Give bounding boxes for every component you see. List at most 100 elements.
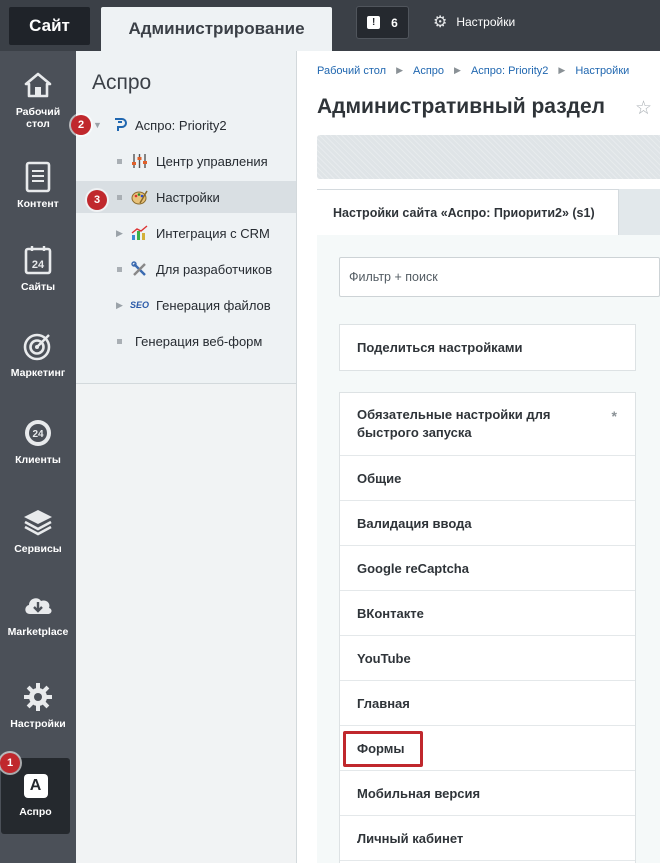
nav-marketing[interactable]: Маркетинг bbox=[0, 330, 76, 379]
nav-label: Контент bbox=[17, 198, 59, 210]
tree-item-label: Настройки bbox=[156, 189, 220, 205]
layers-icon bbox=[22, 506, 54, 538]
aspro-panel: Аспро ▼ Аспро: Priority2 Центр управлени… bbox=[76, 51, 297, 863]
nav-desktop[interactable]: Рабочий стол bbox=[0, 69, 76, 130]
seo-icon: SEO bbox=[130, 300, 150, 310]
tree-item-file-generation[interactable]: ▶ SEO Генерация файлов bbox=[76, 289, 296, 321]
palette-icon bbox=[131, 189, 148, 206]
filter-search-input[interactable]: Фильтр + поиск bbox=[339, 257, 660, 297]
chart-icon bbox=[131, 225, 148, 242]
settings-label: Настройки bbox=[456, 15, 516, 29]
tools-icon bbox=[131, 260, 148, 278]
section-recaptcha[interactable]: Google reCaptcha bbox=[340, 546, 635, 591]
nav-clients[interactable]: 24 Клиенты bbox=[0, 417, 76, 466]
nav-label: Рабочий bbox=[15, 106, 61, 118]
section-validation[interactable]: Валидация ввода bbox=[340, 501, 635, 546]
step-marker-1: 1 bbox=[0, 753, 20, 773]
collapse-arrow-icon[interactable]: ▼ bbox=[93, 120, 102, 130]
expand-arrow-icon[interactable]: ▶ bbox=[116, 228, 123, 239]
tree-item-control-center[interactable]: Центр управления bbox=[76, 145, 296, 177]
breadcrumb-item[interactable]: Аспро bbox=[413, 65, 444, 77]
section-general[interactable]: Общие bbox=[340, 456, 635, 501]
breadcrumb-item[interactable]: Аспро: Priority2 bbox=[471, 65, 548, 77]
nav-label: Маркетинг bbox=[10, 367, 66, 379]
favorite-star-icon[interactable]: ☆ bbox=[635, 97, 652, 120]
sliders-icon bbox=[131, 153, 148, 170]
bullet bbox=[117, 194, 122, 200]
step-marker-2: 2 bbox=[71, 115, 91, 135]
tree-item-label: Генерация файлов bbox=[156, 297, 271, 313]
nav-marketplace[interactable]: Marketplace bbox=[0, 589, 76, 638]
nav-label: Клиенты bbox=[15, 454, 61, 466]
forms-highlight bbox=[343, 731, 423, 767]
share-card: Поделиться настройками bbox=[339, 324, 636, 371]
cloud-download-icon bbox=[22, 589, 54, 621]
target-icon bbox=[22, 330, 54, 362]
panel-tree: Аспро ▼ Аспро: Priority2 Центр управлени… bbox=[76, 51, 296, 384]
tree-item-label: Центр управления bbox=[156, 153, 268, 169]
aspro-icon: A bbox=[23, 774, 48, 798]
step-marker-3: 3 bbox=[87, 190, 107, 210]
sections-list: Обязательные настройки для быстрого запу… bbox=[339, 392, 636, 863]
bullet bbox=[117, 266, 122, 272]
expand-arrow-icon[interactable]: ▶ bbox=[116, 300, 123, 311]
clients-24-icon: 24 bbox=[22, 417, 54, 449]
breadcrumb: Рабочий стол ▶ Аспро ▶ Аспро: Priority2 … bbox=[317, 65, 629, 77]
priority-logo-icon bbox=[111, 117, 128, 134]
left-navigation: Рабочий стол Контент 24 Сайты Маркетинг … bbox=[0, 51, 76, 863]
share-settings-button[interactable]: Поделиться настройками bbox=[340, 325, 635, 370]
site-tab[interactable]: Сайт bbox=[9, 7, 90, 45]
nav-services[interactable]: Сервисы bbox=[0, 506, 76, 555]
tree-item-label: Для разработчиков bbox=[156, 261, 273, 277]
nav-label: Настройки bbox=[10, 718, 66, 730]
tree-item-crm[interactable]: ▶ Интеграция с CRM bbox=[76, 217, 296, 249]
settings-link[interactable]: ⚙ Настройки bbox=[433, 13, 515, 31]
gear-icon: ⚙ bbox=[433, 14, 448, 31]
top-bar: Сайт Администрирование ! 6 ⚙ Настройки bbox=[0, 0, 660, 51]
document-icon bbox=[22, 161, 54, 193]
breadcrumb-item[interactable]: Рабочий стол bbox=[317, 65, 386, 77]
notifications-count: 6 bbox=[391, 15, 398, 30]
nav-settings[interactable]: Настройки bbox=[0, 681, 76, 730]
tree-item-settings[interactable]: Настройки bbox=[76, 181, 296, 213]
breadcrumb-separator-icon: ▶ bbox=[558, 65, 566, 75]
nav-label: Сайты bbox=[20, 281, 56, 293]
section-required[interactable]: Обязательные настройки для быстрого запу… bbox=[340, 393, 635, 456]
section-vkontakte[interactable]: ВКонтакте bbox=[340, 591, 635, 636]
section-personal-account[interactable]: Личный кабинет bbox=[340, 816, 635, 861]
tree-item-webforms[interactable]: Генерация веб-форм bbox=[76, 325, 296, 357]
bullet bbox=[117, 338, 122, 344]
settings-content: Фильтр + поиск Поделиться настройками Об… bbox=[317, 235, 660, 863]
breadcrumb-item[interactable]: Настройки bbox=[575, 65, 629, 77]
tab-site-settings[interactable]: Настройки сайта «Аспро: Приорити2» (s1) bbox=[317, 189, 619, 235]
section-mobile[interactable]: Мобильная версия bbox=[340, 771, 635, 816]
tree-item-developers[interactable]: Для разработчиков bbox=[76, 253, 296, 285]
bullet bbox=[117, 158, 122, 164]
svg-text:24: 24 bbox=[32, 259, 45, 271]
tree-item-label: Генерация веб-форм bbox=[135, 333, 263, 349]
nav-label: Сервисы bbox=[14, 543, 62, 555]
gear-icon bbox=[22, 681, 54, 713]
tree-item-label: Аспро: Priority2 bbox=[135, 117, 227, 133]
breadcrumb-separator-icon: ▶ bbox=[396, 65, 403, 75]
required-mark: * bbox=[611, 408, 617, 424]
nav-label: Marketplace bbox=[7, 626, 69, 638]
nav-label: Аспро bbox=[19, 806, 52, 818]
toolbar-strip bbox=[317, 135, 660, 179]
notification-icon: ! bbox=[367, 16, 381, 29]
admin-tab[interactable]: Администрирование bbox=[101, 7, 332, 51]
nav-content[interactable]: Контент bbox=[0, 161, 76, 210]
home-icon bbox=[22, 69, 54, 101]
tree-item-priority2[interactable]: ▼ Аспро: Priority2 bbox=[76, 109, 296, 141]
panel-title: Аспро bbox=[92, 71, 152, 94]
notifications-button[interactable]: ! 6 bbox=[356, 6, 409, 39]
tree-item-label: Интеграция с CRM bbox=[156, 225, 270, 241]
section-label: Обязательные настройки для быстрого запу… bbox=[357, 407, 551, 440]
breadcrumb-separator-icon: ▶ bbox=[454, 65, 461, 75]
section-main-page[interactable]: Главная bbox=[340, 681, 635, 726]
section-youtube[interactable]: YouTube bbox=[340, 636, 635, 681]
svg-text:24: 24 bbox=[32, 429, 44, 440]
nav-label-line2: стол bbox=[26, 118, 50, 130]
page-title: Административный раздел bbox=[317, 95, 606, 118]
nav-sites[interactable]: 24 Сайты bbox=[0, 244, 76, 293]
